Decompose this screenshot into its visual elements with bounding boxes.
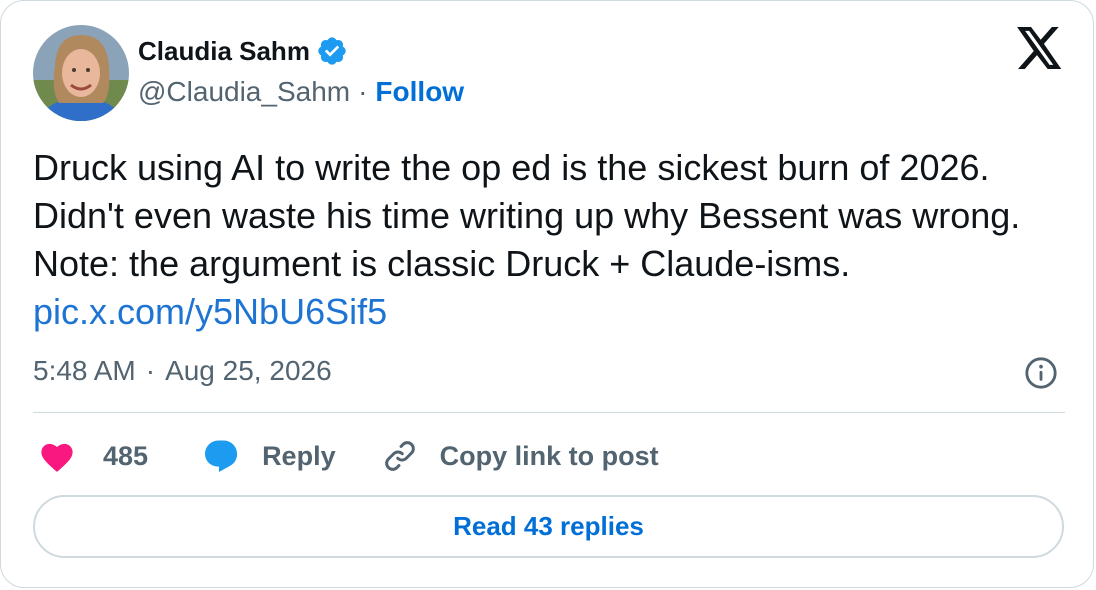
reply-button[interactable]: Reply [202,438,336,474]
date: Aug 25, 2026 [165,355,332,386]
time: 5:48 AM [33,355,136,386]
avatar[interactable] [33,25,129,121]
x-logo-icon[interactable] [1017,27,1063,69]
tweet-body: Druck using AI to write the op ed is the… [33,147,1021,284]
tweet-card: Claudia Sahm @Claudia_Sahm · Follow Druc… [0,0,1094,588]
info-icon[interactable] [1024,356,1058,390]
copy-link-label: Copy link to post [439,440,659,471]
divider [33,412,1065,413]
link-chain-icon [384,441,415,471]
timestamp[interactable]: 5:48 AM · Aug 25, 2026 [33,353,332,389]
reply-label: Reply [262,440,336,471]
heart-icon [41,443,73,472]
media-link[interactable]: pic.x.com/y5NbU6Sif5 [33,291,387,332]
follow-button[interactable]: Follow [375,76,464,108]
like-button[interactable]: 485 [39,439,148,473]
verified-badge-icon [318,37,346,65]
time-separator: · [145,355,156,386]
handle[interactable]: @Claudia_Sahm [138,76,350,108]
tweet-text: Druck using AI to write the op ed is the… [33,144,1073,336]
display-name[interactable]: Claudia Sahm [138,36,310,67]
action-bar: 485 Reply Copy link to post [33,433,659,479]
read-replies-button[interactable]: Read 43 replies [33,495,1064,558]
copy-link-button[interactable]: Copy link to post [382,438,659,474]
handle-separator: · [358,76,368,107]
like-count: 485 [103,440,149,471]
reply-bubble-icon [205,440,238,472]
